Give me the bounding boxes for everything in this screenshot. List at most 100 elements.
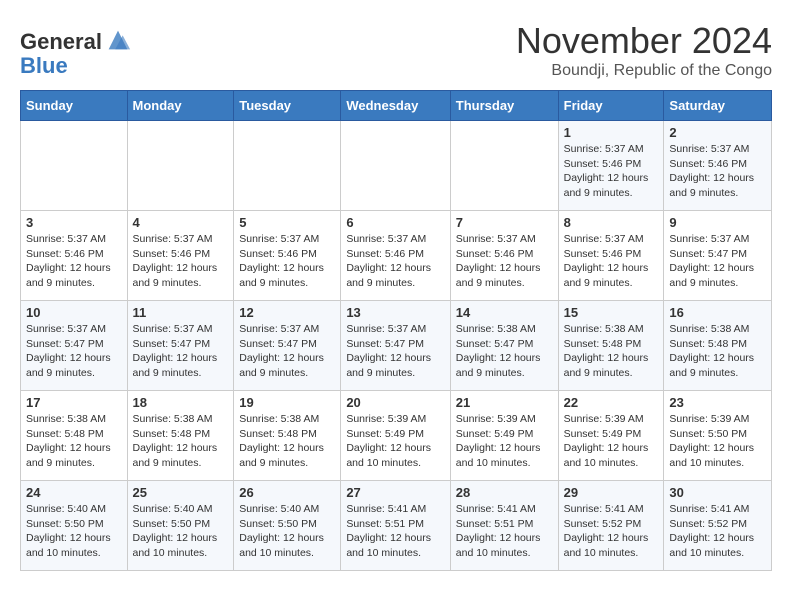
day-number: 13 — [346, 305, 444, 320]
calendar-cell — [21, 121, 128, 211]
calendar-cell: 6 Sunrise: 5:37 AM Sunset: 5:46 PM Daylig… — [341, 211, 450, 301]
day-info: Sunrise: 5:38 AM Sunset: 5:47 PM Dayligh… — [456, 322, 553, 381]
day-info: Sunrise: 5:40 AM Sunset: 5:50 PM Dayligh… — [133, 502, 229, 561]
day-number: 28 — [456, 485, 553, 500]
day-number: 20 — [346, 395, 444, 410]
calendar-cell: 23Sunrise: 5:39 AM Sunset: 5:50 PM Dayli… — [664, 391, 772, 481]
day-number: 25 — [133, 485, 229, 500]
day-number: 23 — [669, 395, 766, 410]
day-info: Sunrise: 5:41 AM Sunset: 5:51 PM Dayligh… — [346, 502, 444, 561]
day-number: 19 — [239, 395, 335, 410]
calendar-cell: 3 Sunrise: 5:37 AM Sunset: 5:46 PM Daylig… — [21, 211, 128, 301]
day-info: Sunrise: 5:40 AM Sunset: 5:50 PM Dayligh… — [26, 502, 122, 561]
calendar-week-1: 3 Sunrise: 5:37 AM Sunset: 5:46 PM Daylig… — [21, 211, 772, 301]
calendar-cell: 21 Sunrise: 5:39 AM Sunset: 5:49 PM Dayli… — [450, 391, 558, 481]
day-number: 30 — [669, 485, 766, 500]
day-number: 5 — [239, 215, 335, 230]
calendar-cell — [341, 121, 450, 211]
day-number: 11 — [133, 305, 229, 320]
header-saturday: Saturday — [664, 91, 772, 121]
month-title: November 2024 — [516, 20, 772, 62]
day-number: 1 — [564, 125, 659, 140]
header-thursday: Thursday — [450, 91, 558, 121]
calendar-cell: 15 Sunrise: 5:38 AM Sunset: 5:48 PM Dayli… — [558, 301, 664, 391]
day-info: Sunrise: 5:37 AM Sunset: 5:46 PM Dayligh… — [346, 232, 444, 291]
calendar-cell: 17 Sunrise: 5:38 AM Sunset: 5:48 PM Dayli… — [21, 391, 128, 481]
calendar-cell: 20 Sunrise: 5:39 AM Sunset: 5:49 PM Dayli… — [341, 391, 450, 481]
day-info: Sunrise: 5:41 AM Sunset: 5:52 PM Dayligh… — [564, 502, 659, 561]
calendar-cell: 9Sunrise: 5:37 AM Sunset: 5:47 PM Daylig… — [664, 211, 772, 301]
day-info: Sunrise: 5:39 AM Sunset: 5:49 PM Dayligh… — [346, 412, 444, 471]
day-number: 18 — [133, 395, 229, 410]
day-number: 6 — [346, 215, 444, 230]
day-number: 29 — [564, 485, 659, 500]
day-info: Sunrise: 5:38 AM Sunset: 5:48 PM Dayligh… — [26, 412, 122, 471]
calendar-cell: 2 Sunrise: 5:37 AM Sunset: 5:46 PM Daylig… — [664, 121, 772, 211]
day-number: 27 — [346, 485, 444, 500]
calendar-cell: 7 Sunrise: 5:37 AM Sunset: 5:46 PM Daylig… — [450, 211, 558, 301]
day-info: Sunrise: 5:38 AM Sunset: 5:48 PM Dayligh… — [239, 412, 335, 471]
day-number: 2 — [669, 125, 766, 140]
day-number: 26 — [239, 485, 335, 500]
day-number: 9 — [669, 215, 766, 230]
day-info: Sunrise: 5:37 AM Sunset: 5:46 PM Dayligh… — [26, 232, 122, 291]
day-number: 16 — [669, 305, 766, 320]
day-info: Sunrise: 5:37 AM Sunset: 5:46 PM Dayligh… — [669, 142, 766, 201]
calendar-cell: 1Sunrise: 5:37 AM Sunset: 5:46 PM Daylig… — [558, 121, 664, 211]
day-number: 17 — [26, 395, 122, 410]
day-info: Sunrise: 5:39 AM Sunset: 5:49 PM Dayligh… — [456, 412, 553, 471]
header-sunday: Sunday — [21, 91, 128, 121]
calendar-cell: 29 Sunrise: 5:41 AM Sunset: 5:52 PM Dayli… — [558, 481, 664, 571]
calendar-week-0: 1 Sunrise: 5:37 AM Sunset: 5:46 PM Daylig… — [21, 121, 772, 211]
day-number: 4 — [133, 215, 229, 230]
logo-icon — [104, 26, 132, 54]
calendar-cell: 18 Sunrise: 5:38 AM Sunset: 5:48 PM Dayli… — [127, 391, 234, 481]
day-number: 12 — [239, 305, 335, 320]
calendar-table: SundayMondayTuesdayWednesdayThursdayFrid… — [20, 90, 772, 571]
calendar-week-3: 17 Sunrise: 5:38 AM Sunset: 5:48 PM Dayli… — [21, 391, 772, 481]
logo-subtext: Blue — [20, 54, 132, 78]
calendar-cell: 14 Sunrise: 5:38 AM Sunset: 5:47 PM Dayli… — [450, 301, 558, 391]
day-info: Sunrise: 5:37 AM Sunset: 5:47 PM Dayligh… — [239, 322, 335, 381]
day-info: Sunrise: 5:40 AM Sunset: 5:50 PM Dayligh… — [239, 502, 335, 561]
day-number: 22 — [564, 395, 659, 410]
day-info: Sunrise: 5:38 AM Sunset: 5:48 PM Dayligh… — [564, 322, 659, 381]
day-number: 7 — [456, 215, 553, 230]
calendar-cell: 12 Sunrise: 5:37 AM Sunset: 5:47 PM Dayli… — [234, 301, 341, 391]
calendar-cell: 26 Sunrise: 5:40 AM Sunset: 5:50 PM Dayli… — [234, 481, 341, 571]
location-title: Boundji, Republic of the Congo — [516, 62, 772, 80]
calendar-cell: 5 Sunrise: 5:37 AM Sunset: 5:46 PM Daylig… — [234, 211, 341, 301]
day-info: Sunrise: 5:37 AM Sunset: 5:46 PM Dayligh… — [239, 232, 335, 291]
calendar-cell: 16 Sunrise: 5:38 AM Sunset: 5:48 PM Dayli… — [664, 301, 772, 391]
calendar-week-2: 10 Sunrise: 5:37 AM Sunset: 5:47 PM Dayli… — [21, 301, 772, 391]
calendar-cell: 8Sunrise: 5:37 AM Sunset: 5:46 PM Daylig… — [558, 211, 664, 301]
calendar-cell: 24 Sunrise: 5:40 AM Sunset: 5:50 PM Dayli… — [21, 481, 128, 571]
calendar-week-4: 24 Sunrise: 5:40 AM Sunset: 5:50 PM Dayli… — [21, 481, 772, 571]
header-tuesday: Tuesday — [234, 91, 341, 121]
day-info: Sunrise: 5:37 AM Sunset: 5:47 PM Dayligh… — [133, 322, 229, 381]
day-info: Sunrise: 5:37 AM Sunset: 5:47 PM Dayligh… — [346, 322, 444, 381]
calendar-cell: 10 Sunrise: 5:37 AM Sunset: 5:47 PM Dayli… — [21, 301, 128, 391]
day-info: Sunrise: 5:38 AM Sunset: 5:48 PM Dayligh… — [669, 322, 766, 381]
logo-text: General — [20, 30, 102, 54]
day-number: 21 — [456, 395, 553, 410]
day-info: Sunrise: 5:37 AM Sunset: 5:46 PM Dayligh… — [564, 232, 659, 291]
day-info: Sunrise: 5:38 AM Sunset: 5:48 PM Dayligh… — [133, 412, 229, 471]
day-info: Sunrise: 5:41 AM Sunset: 5:52 PM Dayligh… — [669, 502, 766, 561]
day-info: Sunrise: 5:37 AM Sunset: 5:46 PM Dayligh… — [456, 232, 553, 291]
day-number: 14 — [456, 305, 553, 320]
day-number: 15 — [564, 305, 659, 320]
day-number: 24 — [26, 485, 122, 500]
calendar-cell: 27 Sunrise: 5:41 AM Sunset: 5:51 PM Dayli… — [341, 481, 450, 571]
header-wednesday: Wednesday — [341, 91, 450, 121]
calendar-cell: 11 Sunrise: 5:37 AM Sunset: 5:47 PM Dayli… — [127, 301, 234, 391]
day-info: Sunrise: 5:41 AM Sunset: 5:51 PM Dayligh… — [456, 502, 553, 561]
calendar-header-row: SundayMondayTuesdayWednesdayThursdayFrid… — [21, 91, 772, 121]
day-number: 10 — [26, 305, 122, 320]
calendar-cell: 28 Sunrise: 5:41 AM Sunset: 5:51 PM Dayli… — [450, 481, 558, 571]
day-info: Sunrise: 5:37 AM Sunset: 5:47 PM Dayligh… — [26, 322, 122, 381]
logo: General Blue — [20, 30, 132, 78]
calendar-cell: 19 Sunrise: 5:38 AM Sunset: 5:48 PM Dayli… — [234, 391, 341, 481]
day-info: Sunrise: 5:39 AM Sunset: 5:49 PM Dayligh… — [564, 412, 659, 471]
day-number: 3 — [26, 215, 122, 230]
